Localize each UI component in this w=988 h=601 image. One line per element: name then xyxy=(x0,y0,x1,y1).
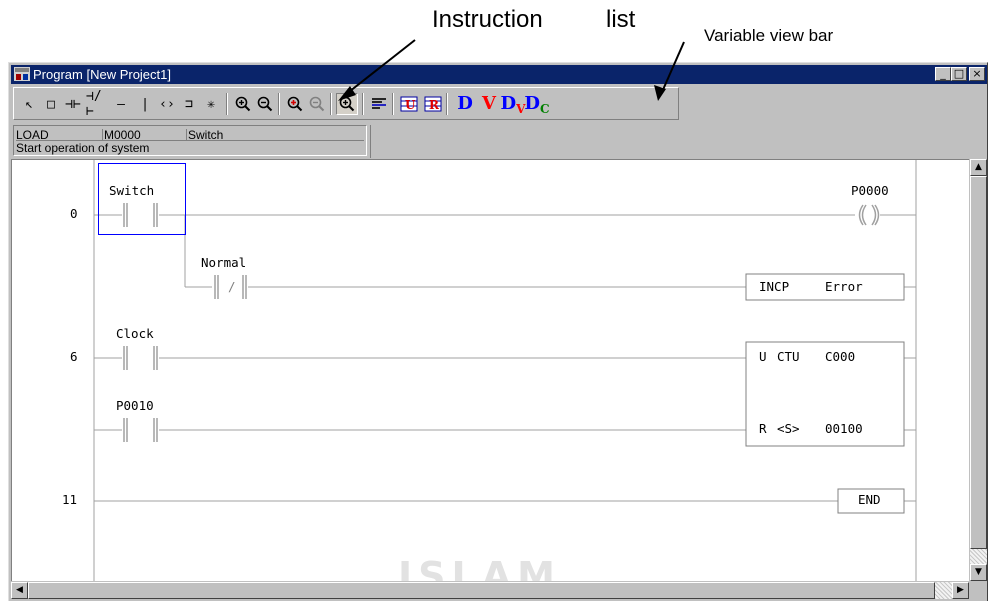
closed-contact-slash: / xyxy=(228,279,236,294)
open-contact-icon: ⊣⊢ xyxy=(65,96,81,112)
toolbar-separator xyxy=(392,93,394,115)
select-tool-button[interactable]: ↖ xyxy=(18,93,40,115)
vertical-line-icon: | xyxy=(141,96,149,112)
variable-view-button[interactable]: V xyxy=(478,93,500,115)
vertical-scroll-thumb[interactable] xyxy=(970,176,987,549)
title-bar[interactable]: Program [New Project1] _ □ × xyxy=(11,65,987,84)
vertical-scroll-track[interactable] xyxy=(970,549,987,564)
toolbar-separator xyxy=(446,93,448,115)
toolbar-separator xyxy=(278,93,280,115)
zoom-in-red-icon xyxy=(287,96,303,112)
select-arrow-icon: ↖ xyxy=(25,96,33,112)
zoom-in-icon xyxy=(235,96,251,112)
size-grip[interactable] xyxy=(970,582,987,599)
scroll-up-button[interactable]: ▲ xyxy=(970,159,987,176)
annotation-instruction: Instruction xyxy=(432,6,543,33)
vertical-scrollbar[interactable]: ▲ ▼ xyxy=(970,159,987,581)
zoom-out-disabled-icon xyxy=(309,96,325,112)
ctu-instruction[interactable]: CTU xyxy=(777,349,800,364)
scroll-right-button[interactable]: ▶ xyxy=(952,582,969,599)
coil-label-p0000[interactable]: P0000 xyxy=(851,183,889,198)
coil-icon: ‹› xyxy=(159,96,175,112)
toolbar-separator xyxy=(226,93,228,115)
ctu-up-input: U xyxy=(759,349,767,364)
device-comment-icon: DC xyxy=(524,92,550,116)
device-comment-view-button[interactable]: DC xyxy=(524,92,550,116)
zoom-out-icon xyxy=(257,96,273,112)
asterisk-icon: ✳ xyxy=(207,96,215,112)
info-instruction: LOAD xyxy=(16,128,49,142)
comment-view-button[interactable] xyxy=(368,93,390,115)
reference-device-button[interactable]: R xyxy=(422,93,444,115)
scroll-left-button[interactable]: ◀ xyxy=(11,582,28,599)
align-lines-icon xyxy=(372,98,386,109)
contact-label-normal[interactable]: Normal xyxy=(201,255,246,270)
misc-tool-button[interactable]: ✳ xyxy=(200,93,222,115)
zoom-fit-icon xyxy=(339,96,355,112)
annotation-list: list xyxy=(606,6,636,33)
info-panel-edge xyxy=(367,125,371,158)
minimize-button[interactable]: _ xyxy=(935,67,951,81)
step-number: 0 xyxy=(70,206,78,221)
ctu-counter[interactable]: C000 xyxy=(825,349,855,364)
device-d-icon: D xyxy=(457,93,473,114)
toolbar-separator xyxy=(330,93,332,115)
info-comment: Start operation of system xyxy=(16,141,150,155)
instruction-toolbar: ↖ □ ⊣⊢ ⊣/⊢ — | ‹› ⊐ ✳ U R D V DV DC xyxy=(13,87,679,120)
device-variable-view-button[interactable]: DV xyxy=(500,92,526,116)
function-button[interactable]: ⊐ xyxy=(178,93,200,115)
info-variable: Switch xyxy=(186,128,224,142)
ladder-diagram[interactable]: ISLAM 0 6 11 Switch Normal / Clock P0010… xyxy=(11,159,969,581)
closed-contact-icon: ⊣/⊢ xyxy=(86,89,102,119)
ctu-setpoint-mark: <S> xyxy=(777,421,800,436)
zoom-in-red-button[interactable] xyxy=(284,93,306,115)
zoom-out-button[interactable] xyxy=(254,93,276,115)
horizontal-line-icon: — xyxy=(117,96,125,112)
contact-label-clock[interactable]: Clock xyxy=(116,326,154,341)
device-variable-icon: DV xyxy=(500,92,526,116)
function-icon: ⊐ xyxy=(185,96,193,112)
open-contact-button[interactable]: ⊣⊢ xyxy=(62,93,84,115)
end-instruction[interactable]: END xyxy=(858,492,881,507)
annotation-variable-view-bar: Variable view bar xyxy=(704,26,834,45)
close-button[interactable]: × xyxy=(969,67,985,81)
zoom-out-gray-button[interactable] xyxy=(306,93,328,115)
info-device: M0000 xyxy=(102,128,141,142)
step-number: 11 xyxy=(62,492,78,507)
toolbar-separator xyxy=(362,93,364,115)
device-view-button[interactable]: D xyxy=(454,93,476,115)
zoom-in-button[interactable] xyxy=(232,93,254,115)
zoom-fit-button[interactable] xyxy=(336,93,358,115)
program-app-icon xyxy=(14,67,30,81)
variable-v-icon: V xyxy=(482,93,496,114)
contact-label-p0010[interactable]: P0010 xyxy=(116,398,154,413)
restore-button[interactable]: □ xyxy=(951,67,967,81)
contact-label-switch[interactable]: Switch xyxy=(109,183,154,198)
instruction-info-panel: LOAD M0000 Switch Start operation of sys… xyxy=(13,125,367,156)
window-title: Program [New Project1] xyxy=(33,67,171,82)
program-window: Program [New Project1] _ □ × ↖ □ ⊣⊢ ⊣/⊢ … xyxy=(8,62,988,601)
closed-contact-button[interactable]: ⊣/⊢ xyxy=(86,89,108,119)
horizontal-line-button[interactable]: — xyxy=(110,93,132,115)
cursor-selection-box xyxy=(98,163,186,235)
box-icon: □ xyxy=(47,96,55,112)
incp-operand[interactable]: Error xyxy=(825,279,863,294)
svg-text:R: R xyxy=(429,98,440,112)
horizontal-scrollbar[interactable]: ◀ ▶ xyxy=(11,582,969,599)
scroll-down-button[interactable]: ▼ xyxy=(970,564,987,581)
horizontal-scroll-thumb[interactable] xyxy=(28,582,935,599)
horizontal-scroll-track[interactable] xyxy=(935,582,952,599)
ctu-preset[interactable]: 00100 xyxy=(825,421,863,436)
vertical-line-button[interactable]: | xyxy=(134,93,156,115)
coil-button[interactable]: ‹› xyxy=(156,93,178,115)
reference-device-icon: R xyxy=(424,96,442,112)
used-device-icon: U xyxy=(400,96,418,112)
step-number: 6 xyxy=(70,349,78,364)
box-tool-button[interactable]: □ xyxy=(40,93,62,115)
ctu-reset-input: R xyxy=(759,421,767,436)
svg-text:U: U xyxy=(405,98,416,112)
incp-instruction[interactable]: INCP xyxy=(759,279,789,294)
used-device-button[interactable]: U xyxy=(398,93,420,115)
